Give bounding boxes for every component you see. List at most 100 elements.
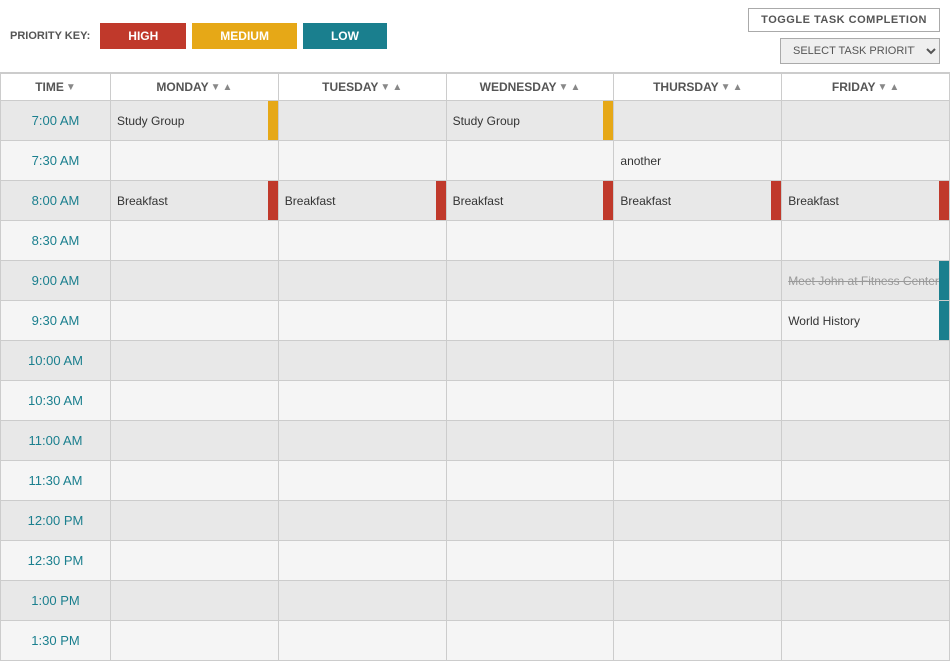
- event-cell-tuesday[interactable]: [278, 341, 446, 381]
- event-cell-friday[interactable]: [782, 221, 950, 261]
- event-cell-tuesday[interactable]: [278, 581, 446, 621]
- event-cell-friday[interactable]: [782, 421, 950, 461]
- event-cell-friday[interactable]: Meet John at Fitness Center: [782, 261, 950, 301]
- event-cell-thursday[interactable]: [614, 421, 782, 461]
- event-cell-tuesday[interactable]: [278, 261, 446, 301]
- event-cell-tuesday[interactable]: [278, 421, 446, 461]
- event-cell-monday[interactable]: Study Group: [111, 101, 279, 141]
- event-cell-wednesday[interactable]: [446, 461, 614, 501]
- event-cell-wednesday[interactable]: [446, 541, 614, 581]
- table-row: 1:30 PM: [1, 621, 950, 661]
- event-cell-monday[interactable]: [111, 301, 279, 341]
- event-cell-friday[interactable]: World History: [782, 301, 950, 341]
- wednesday-col-label: WEDNESDAY: [480, 80, 557, 94]
- time-cell: 10:00 AM: [1, 341, 111, 381]
- event-cell-monday[interactable]: [111, 141, 279, 181]
- event-cell-friday[interactable]: [782, 341, 950, 381]
- calendar-wrapper: TIME ▼ MONDAY ▼ ▲ TUESDAY ▼ ▲: [0, 73, 950, 661]
- tuesday-filter-icon-2[interactable]: ▲: [392, 82, 402, 93]
- event-cell-monday[interactable]: [111, 621, 279, 661]
- event-cell-tuesday[interactable]: [278, 221, 446, 261]
- time-cell: 7:30 AM: [1, 141, 111, 181]
- time-cell: 11:30 AM: [1, 461, 111, 501]
- event-cell-thursday[interactable]: [614, 341, 782, 381]
- event-cell-monday[interactable]: [111, 501, 279, 541]
- time-filter-icon[interactable]: ▼: [66, 82, 76, 93]
- event-cell-friday[interactable]: [782, 581, 950, 621]
- event-cell-wednesday[interactable]: [446, 261, 614, 301]
- event-cell-tuesday[interactable]: [278, 501, 446, 541]
- event-cell-monday[interactable]: [111, 341, 279, 381]
- event-cell-friday[interactable]: [782, 501, 950, 541]
- event-cell-tuesday[interactable]: [278, 381, 446, 421]
- event-cell-friday[interactable]: [782, 541, 950, 581]
- event-cell-thursday[interactable]: [614, 101, 782, 141]
- thursday-filter-icon-1[interactable]: ▼: [721, 82, 731, 93]
- monday-col-label: MONDAY: [156, 80, 208, 94]
- event-cell-wednesday[interactable]: [446, 421, 614, 461]
- event-cell-wednesday[interactable]: [446, 501, 614, 541]
- friday-filter-icon-2[interactable]: ▲: [889, 82, 899, 93]
- thursday-filter-icon-2[interactable]: ▲: [733, 82, 743, 93]
- table-row: 10:30 AM: [1, 381, 950, 421]
- event-cell-wednesday[interactable]: [446, 221, 614, 261]
- event-cell-thursday[interactable]: [614, 381, 782, 421]
- select-task-priority[interactable]: SELECT TASK PRIORITY HIGH MEDIUM LOW: [780, 38, 940, 64]
- tuesday-filter-icon-1[interactable]: ▼: [380, 82, 390, 93]
- event-cell-wednesday[interactable]: Study Group: [446, 101, 614, 141]
- table-row: 12:30 PM: [1, 541, 950, 581]
- event-cell-tuesday[interactable]: Breakfast: [278, 181, 446, 221]
- event-cell-monday[interactable]: [111, 581, 279, 621]
- event-label: Study Group: [111, 114, 278, 128]
- event-cell-monday[interactable]: [111, 421, 279, 461]
- event-cell-thursday[interactable]: [614, 301, 782, 341]
- event-cell-wednesday[interactable]: [446, 301, 614, 341]
- col-wednesday: WEDNESDAY ▼ ▲: [446, 74, 614, 101]
- time-col-label: TIME: [35, 80, 64, 94]
- wednesday-filter-icon-2[interactable]: ▲: [570, 82, 580, 93]
- event-cell-friday[interactable]: Breakfast: [782, 181, 950, 221]
- event-cell-thursday[interactable]: [614, 221, 782, 261]
- event-cell-wednesday[interactable]: [446, 141, 614, 181]
- event-cell-wednesday[interactable]: [446, 581, 614, 621]
- event-cell-monday[interactable]: [111, 221, 279, 261]
- event-cell-monday[interactable]: Breakfast: [111, 181, 279, 221]
- event-cell-wednesday[interactable]: [446, 381, 614, 421]
- event-cell-tuesday[interactable]: [278, 141, 446, 181]
- event-cell-thursday[interactable]: [614, 581, 782, 621]
- toggle-task-completion-button[interactable]: TOGGLE TASK COMPLETION: [748, 8, 940, 32]
- event-cell-tuesday[interactable]: [278, 461, 446, 501]
- event-cell-thursday[interactable]: [614, 621, 782, 661]
- event-cell-thursday[interactable]: another: [614, 141, 782, 181]
- event-cell-thursday[interactable]: [614, 461, 782, 501]
- event-cell-friday[interactable]: [782, 141, 950, 181]
- event-cell-tuesday[interactable]: [278, 541, 446, 581]
- event-cell-friday[interactable]: [782, 101, 950, 141]
- event-cell-thursday[interactable]: Breakfast: [614, 181, 782, 221]
- wednesday-filter-icon-1[interactable]: ▼: [559, 82, 569, 93]
- monday-filter-icon-1[interactable]: ▼: [211, 82, 221, 93]
- event-cell-monday[interactable]: [111, 261, 279, 301]
- event-cell-friday[interactable]: [782, 621, 950, 661]
- friday-filter-icon-1[interactable]: ▼: [877, 82, 887, 93]
- event-cell-thursday[interactable]: [614, 541, 782, 581]
- event-cell-monday[interactable]: [111, 381, 279, 421]
- event-cell-monday[interactable]: [111, 461, 279, 501]
- event-cell-friday[interactable]: [782, 381, 950, 421]
- table-row: 10:00 AM: [1, 341, 950, 381]
- event-cell-wednesday[interactable]: [446, 621, 614, 661]
- event-cell-tuesday[interactable]: [278, 101, 446, 141]
- event-label: Breakfast: [447, 194, 614, 208]
- event-cell-friday[interactable]: [782, 461, 950, 501]
- priority-key-label: PRIORITY KEY:: [10, 30, 90, 42]
- event-cell-tuesday[interactable]: [278, 621, 446, 661]
- event-cell-thursday[interactable]: [614, 501, 782, 541]
- table-row: 11:00 AM: [1, 421, 950, 461]
- event-cell-wednesday[interactable]: [446, 341, 614, 381]
- event-cell-wednesday[interactable]: Breakfast: [446, 181, 614, 221]
- monday-filter-icon-2[interactable]: ▲: [223, 82, 233, 93]
- event-cell-monday[interactable]: [111, 541, 279, 581]
- priority-medium-badge: MEDIUM: [192, 23, 297, 49]
- event-cell-thursday[interactable]: [614, 261, 782, 301]
- event-cell-tuesday[interactable]: [278, 301, 446, 341]
